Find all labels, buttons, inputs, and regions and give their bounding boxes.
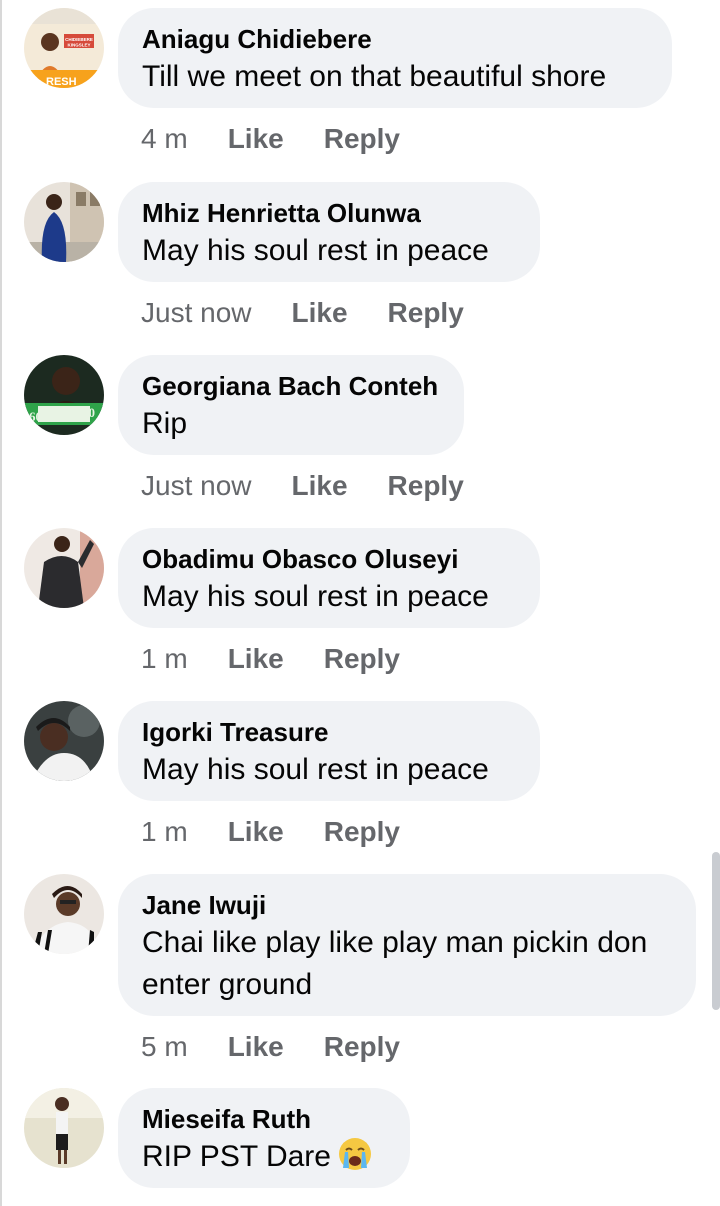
avatar-image [24,1088,104,1168]
reply-button[interactable]: Reply [324,1030,400,1064]
comment-actions: Just now Like Reply [141,469,464,503]
like-button[interactable]: Like [228,642,284,676]
comment-author[interactable]: Mieseifa Ruth [142,1102,386,1136]
reply-button[interactable]: Reply [324,122,400,156]
reply-button[interactable]: Reply [388,469,464,503]
like-button[interactable]: Like [292,469,348,503]
comment-text: RIP PST Dare [142,1136,386,1178]
svg-text:60: 60 [29,409,42,424]
comment-text: May his soul rest in peace [142,580,489,613]
comment-bubble[interactable]: Igorki Treasure May his soul rest in pea… [118,701,540,801]
avatar[interactable] [24,528,104,608]
comment-author[interactable]: Igorki Treasure [142,715,516,749]
comment-author[interactable]: Georgiana Bach Conteh [142,369,440,403]
left-border [0,0,2,1206]
comment-text: Rip [142,407,188,440]
comment-text-content: RIP PST Dare [142,1140,331,1173]
avatar-image [24,701,104,781]
comment-bubble[interactable]: Obadimu Obasco Oluseyi May his soul rest… [118,528,540,628]
like-button[interactable]: Like [292,296,348,330]
comment-bubble[interactable]: Aniagu Chidiebere Till we meet on that b… [118,8,672,108]
crying-face-emoji-icon [338,1138,371,1170]
comment-text: Till we meet on that beautiful shore [142,60,607,93]
reply-button[interactable]: Reply [324,642,400,676]
like-button[interactable]: Like [228,1030,284,1064]
avatar-image [24,182,104,262]
avatar[interactable] [24,701,104,781]
comment-actions: 1 m Like Reply [141,815,400,849]
comment-bubble[interactable]: Mieseifa Ruth RIP PST Dare [118,1088,410,1188]
comment-actions: 5 m Like Reply [141,1030,400,1064]
reply-button[interactable]: Reply [388,296,464,330]
comment-actions: Just now Like Reply [141,296,464,330]
comment-author[interactable]: Aniagu Chidiebere [142,22,648,56]
comment-actions: 1 m Like Reply [141,642,400,676]
scrollbar[interactable] [712,852,720,1010]
comment-time[interactable]: Just now [141,296,252,330]
avatar-banner-line1: CHIDIEBERE [65,37,93,42]
comment-text: May his soul rest in peace [142,234,489,267]
avatar[interactable] [24,1088,104,1168]
avatar[interactable] [24,874,104,954]
comment-text: May his soul rest in peace [142,753,489,786]
comment-time[interactable]: Just now [141,469,252,503]
comment-author[interactable]: Jane Iwuji [142,888,672,922]
svg-text:60: 60 [82,405,95,420]
comment-text: Chai like play like play man pickin don … [142,926,648,1001]
like-button[interactable]: Like [228,815,284,849]
comment-author[interactable]: Mhiz Henrietta Olunwa [142,196,516,230]
avatar-image: 60 60 [24,355,104,435]
reply-button[interactable]: Reply [324,815,400,849]
avatar-image [24,528,104,608]
comment-time[interactable]: 4 m [141,122,188,156]
comment-bubble[interactable]: Mhiz Henrietta Olunwa May his soul rest … [118,182,540,282]
like-button[interactable]: Like [228,122,284,156]
avatar-image: CHIDIEBERE KINGSLEY RESH [24,8,104,88]
avatar[interactable]: CHIDIEBERE KINGSLEY RESH [24,8,104,88]
avatar[interactable]: 60 60 [24,355,104,435]
comment-bubble[interactable]: Jane Iwuji Chai like play like play man … [118,874,696,1016]
avatar-banner-line2: KINGSLEY [67,43,90,48]
comment-author[interactable]: Obadimu Obasco Oluseyi [142,542,516,576]
comment-actions: 4 m Like Reply [141,122,400,156]
svg-text:RESH: RESH [46,76,77,88]
comment-time[interactable]: 1 m [141,642,188,676]
avatar-image [24,874,104,954]
comment-time[interactable]: 5 m [141,1030,188,1064]
avatar[interactable] [24,182,104,262]
comment-bubble[interactable]: Georgiana Bach Conteh Rip [118,355,464,455]
comment-time[interactable]: 1 m [141,815,188,849]
